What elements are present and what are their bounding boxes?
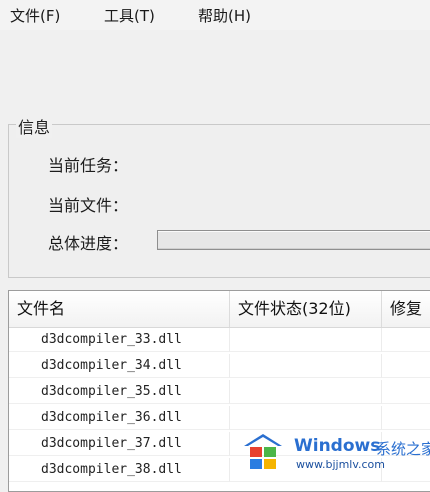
watermark-url: www.bjjmlv.com [296,458,385,471]
repair-cell [382,380,430,404]
filename-cell: d3dcompiler_36.dll [9,406,230,430]
watermark-brand: Windows [294,436,381,456]
table-row[interactable]: d3dcompiler_34.dll [9,354,430,378]
menu-file[interactable]: 文件(F) [6,3,64,28]
status-cell [230,328,382,352]
repair-cell [382,328,430,352]
table-row[interactable]: d3dcompiler_33.dll [9,328,430,352]
repair-cell [382,406,430,430]
overall-progress-label: 总体进度： [48,234,129,253]
column-repair[interactable]: 修复 [382,291,430,327]
overall-progress-bar [157,230,430,250]
toolbar-area [0,30,430,112]
menu-bar: 文件(F) 工具(T) 帮助(H) [0,0,430,30]
current-task-label: 当前任务： [48,156,129,175]
list-header: 文件名 文件状态(32位) 修复 [9,291,430,328]
filename-cell: d3dcompiler_34.dll [9,354,230,378]
info-group-title: 信息 [16,114,53,138]
repair-cell [382,354,430,378]
column-file-status[interactable]: 文件状态(32位) [230,291,382,327]
table-row[interactable]: d3dcompiler_35.dll [9,380,430,404]
watermark-cn: 系统之家 [376,440,430,458]
column-filename[interactable]: 文件名 [9,291,230,327]
table-row[interactable]: d3dcompiler_36.dll [9,406,430,430]
filename-cell: d3dcompiler_33.dll [9,328,230,352]
status-cell [230,354,382,378]
watermark-logo: Windows 系统之家 www.bjjmlv.com [238,428,430,474]
filename-cell: d3dcompiler_37.dll [9,432,230,456]
current-file-label: 当前文件： [48,196,129,215]
filename-cell: d3dcompiler_38.dll [9,458,230,482]
menu-help[interactable]: 帮助(H) [194,3,255,28]
status-cell [230,406,382,430]
windows-logo-icon [244,434,282,469]
menu-tools[interactable]: 工具(T) [100,3,159,28]
filename-cell: d3dcompiler_35.dll [9,380,230,404]
status-cell [230,380,382,404]
